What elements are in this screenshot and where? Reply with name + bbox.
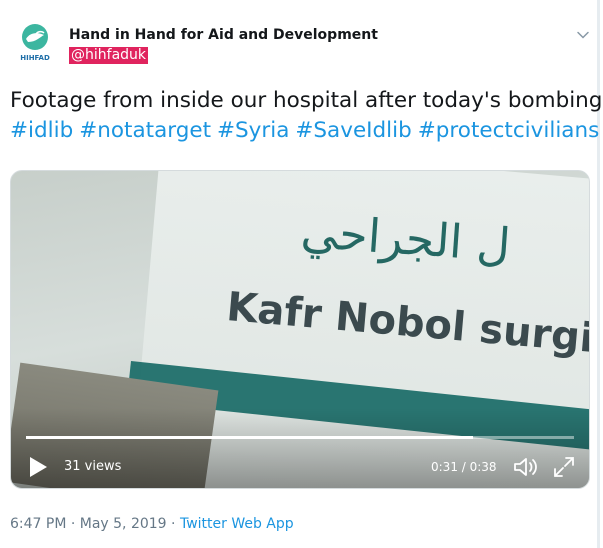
view-count: 31 views (64, 459, 122, 474)
tweet-timestamp[interactable]: 6:47 PM · May 5, 2019 · (10, 516, 180, 532)
volume-icon[interactable] (513, 455, 541, 479)
hashtag-link[interactable]: #SaveIdlib (295, 118, 411, 143)
hashtag-link[interactable]: #Syria (217, 118, 289, 143)
tweet-source-link[interactable]: Twitter Web App (180, 516, 294, 532)
video-controls (11, 408, 589, 488)
hashtag-link[interactable]: #idlib (10, 118, 73, 143)
video-player[interactable]: ل الجراحي Kafr Nobol surgic 31 views 0:3… (10, 170, 590, 489)
hashtag-line: #idlib #notatarget #Syria #SaveIdlib #protec… (10, 116, 599, 146)
tweet-card: HIHFAD Hand in Hand for Aid and Developm… (0, 0, 603, 548)
avatar-text: HIHFAD (20, 54, 50, 62)
tweet-meta: 6:47 PM · May 5, 2019 · Twitter Web App (10, 516, 294, 532)
video-progress-fill (26, 436, 473, 439)
avatar-logo-icon: HIHFAD (20, 24, 50, 62)
video-progress-bar[interactable] (26, 436, 574, 439)
avatar[interactable]: HIHFAD (14, 22, 56, 64)
play-icon[interactable] (27, 455, 49, 479)
author-name[interactable]: Hand in Hand for Aid and Development (69, 27, 378, 43)
author-handle[interactable]: @hihfaduk (69, 47, 149, 64)
chevron-down-icon[interactable] (576, 28, 590, 42)
tweet-text: Footage from inside our hospital after t… (10, 86, 603, 146)
fullscreen-icon[interactable] (553, 456, 575, 478)
hashtag-link[interactable]: #notatarget (79, 118, 211, 143)
video-time: 0:31 / 0:38 (431, 460, 497, 474)
tweet-text-line: Footage from inside our hospital after t… (10, 88, 603, 113)
hashtag-link[interactable]: #protectcivilians (418, 118, 600, 143)
